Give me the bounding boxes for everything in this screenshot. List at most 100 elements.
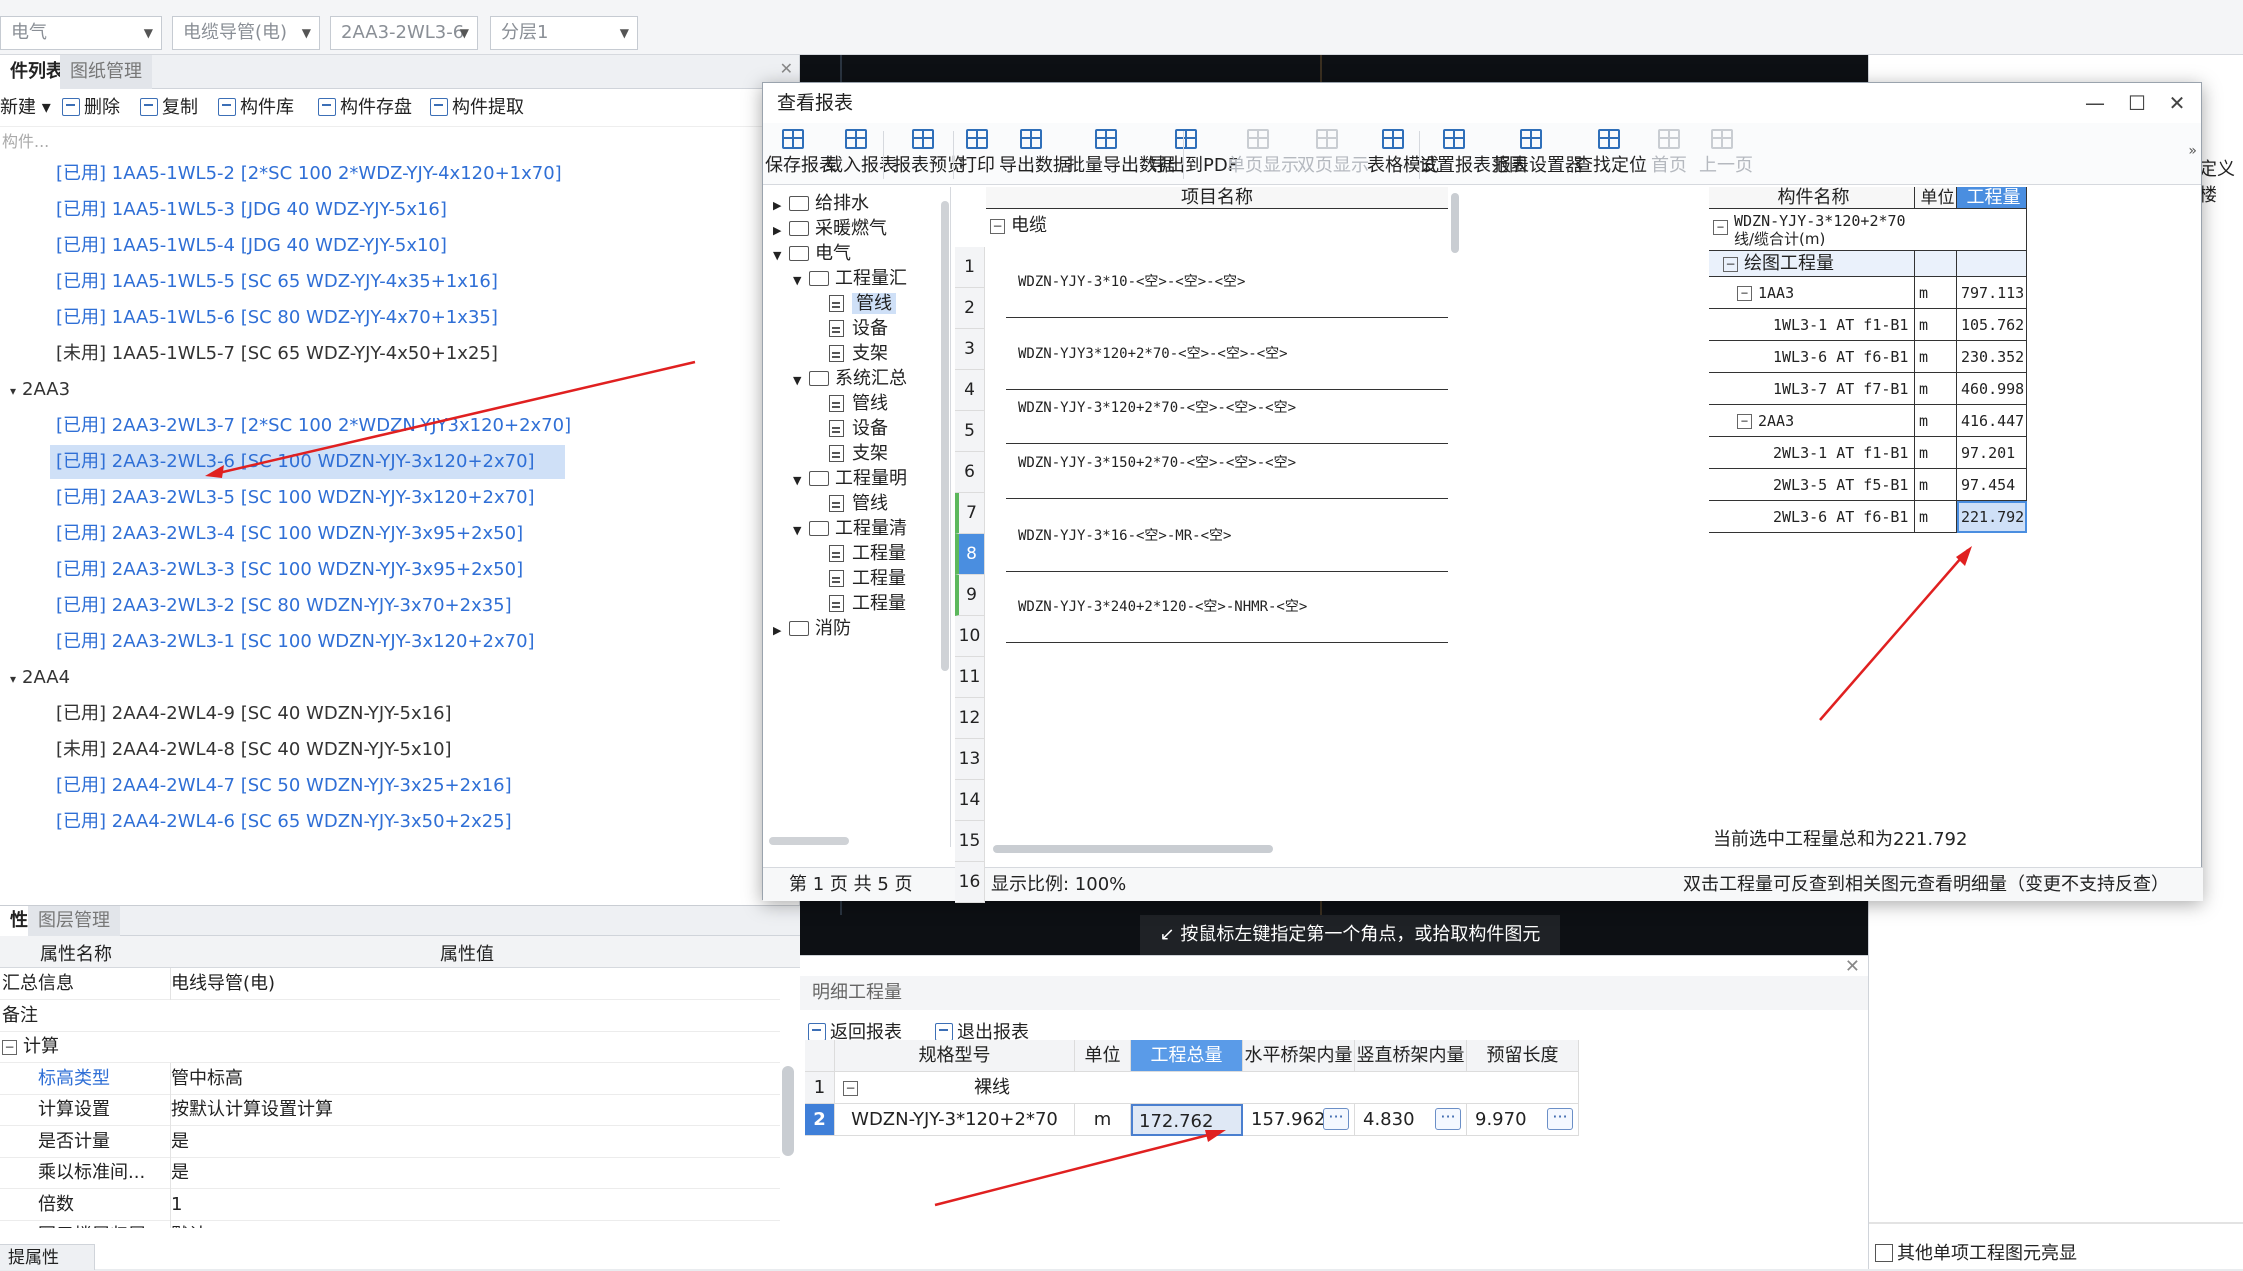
table-row[interactable]: −1AA3: [1709, 277, 1915, 309]
more-icon[interactable]: ···: [1323, 1108, 1349, 1130]
property-row[interactable]: 汇总信息 电线导管(电): [0, 968, 780, 1000]
filter-input[interactable]: 构件...: [0, 127, 799, 157]
property-row[interactable]: 是否计量 是: [0, 1125, 780, 1158]
row-number[interactable]: 16: [955, 862, 985, 903]
qty-row-value[interactable]: 105.762: [1957, 309, 2027, 341]
list-item[interactable]: [已用] 2AA4-2WL4-7 [SC 50 WDZN-YJY-3x25+2x…: [50, 769, 542, 803]
row-number[interactable]: 3: [955, 329, 985, 370]
table-row[interactable]: 1WL3-1 AT f1-B1: [1709, 309, 1915, 341]
layer-combo[interactable]: 分层1 ▼: [490, 16, 638, 50]
sheet-root[interactable]: − 电缆: [990, 211, 1047, 237]
single-page-button[interactable]: 单页显示: [1227, 127, 1299, 183]
qty-row-value[interactable]: 416.447: [1957, 405, 2027, 437]
row-number[interactable]: 11: [955, 657, 985, 698]
save-report-button[interactable]: 保存报表: [765, 127, 837, 183]
property-value[interactable]: 默认: [170, 1220, 770, 1228]
qty-row-value[interactable]: 97.201: [1957, 437, 2027, 469]
row2-total[interactable]: 172.762: [1131, 1104, 1243, 1136]
delete-button[interactable]: 删除: [62, 95, 120, 121]
row-number[interactable]: 6: [955, 452, 985, 493]
type-combo[interactable]: 电缆导管(电) ▼: [172, 16, 320, 50]
chevron-down-icon[interactable]: ▼: [793, 364, 809, 398]
chevron-down-icon[interactable]: ▾: [10, 384, 16, 398]
property-value[interactable]: 电线导管(电): [170, 968, 770, 1000]
collapse-icon[interactable]: −: [1713, 220, 1728, 235]
chevron-right-icon[interactable]: ▶: [773, 614, 789, 648]
property-row[interactable]: 倍数 1: [0, 1188, 780, 1221]
close-icon[interactable]: ✕: [1845, 956, 1860, 977]
list-item[interactable]: [已用] 2AA3-2WL3-5 [SC 100 WDZN-YJY-3x120+…: [50, 481, 565, 515]
row-number[interactable]: 5: [955, 411, 985, 452]
report-settings-button[interactable]: 报表设置器: [1493, 127, 1583, 183]
qty-row-value[interactable]: 230.352: [1957, 341, 2027, 373]
row2-vertical[interactable]: 4.830 ···: [1355, 1104, 1467, 1136]
row2-horizontal[interactable]: 157.962 ···: [1243, 1104, 1355, 1136]
property-value[interactable]: 管中标高: [170, 1062, 770, 1095]
row-number[interactable]: 1: [955, 247, 985, 288]
tree-hscrollbar[interactable]: [769, 837, 849, 845]
list-item[interactable]: [已用] 1AA5-1WL5-4 [JDG 40 WDZ-YJY-5x10]: [50, 229, 477, 263]
table-row[interactable]: 2WL3-1 AT f1-B1: [1709, 437, 1915, 469]
sheet-item[interactable]: WDZN-YJY-3*16-<空>-MR-<空>: [1018, 525, 1231, 545]
chevron-down-icon[interactable]: ▾: [10, 672, 16, 686]
list-item[interactable]: [已用] 2AA4-2WL4-9 [SC 40 WDZN-YJY-5x16]: [50, 697, 482, 731]
table-row[interactable]: 1WL3-6 AT f6-B1: [1709, 341, 1915, 373]
category-combo[interactable]: 电气 ▼: [0, 16, 162, 50]
double-page-button[interactable]: 双页显示: [1297, 127, 1369, 183]
property-value[interactable]: 是: [170, 1125, 770, 1158]
row-number[interactable]: 2: [955, 288, 985, 329]
highlight-other-checkbox[interactable]: 其他单项工程图元亮显: [1875, 1239, 2077, 1265]
property-row[interactable]: 乘以标准间... 是: [0, 1157, 780, 1189]
row-number[interactable]: 15: [955, 821, 985, 862]
table-row[interactable]: 2WL3-5 AT f5-B1: [1709, 469, 1915, 501]
row-number[interactable]: 9: [955, 575, 985, 616]
qty-row-value[interactable]: 797.113: [1957, 277, 2027, 309]
sheet-item[interactable]: WDZN-YJY-3*240+2*120-<空>-NHMR-<空>: [1018, 596, 1307, 616]
tree-node[interactable]: ▶ 消防: [773, 612, 851, 646]
row-number[interactable]: 13: [955, 739, 985, 780]
first-page-button[interactable]: 首页: [1649, 127, 1689, 183]
property-value[interactable]: 按默认计算设置计算: [170, 1094, 770, 1126]
sheet-hscrollbar[interactable]: [993, 845, 1273, 853]
list-item[interactable]: [已用] 2AA3-2WL3-4 [SC 100 WDZN-YJY-3x95+2…: [50, 517, 553, 551]
new-button[interactable]: 新建 ▾: [0, 95, 51, 121]
more-icon[interactable]: ···: [1547, 1108, 1573, 1130]
row-number[interactable]: 4: [955, 370, 985, 411]
library-button[interactable]: 构件库: [218, 95, 294, 121]
table-row[interactable]: 2WL3-6 AT f6-B1: [1709, 501, 1915, 533]
collapse-icon[interactable]: −: [1723, 257, 1738, 272]
col-total[interactable]: 工程总量: [1131, 1040, 1243, 1072]
sheet-item[interactable]: WDZN-YJY-3*10-<空>-<空>-<空>: [1018, 271, 1245, 291]
list-item[interactable]: [已用] 2AA3-2WL3-1 [SC 100 WDZN-YJY-3x120+…: [50, 625, 565, 659]
list-item[interactable]: [已用] 2AA4-2WL4-6 [SC 65 WDZN-YJY-3x50+2x…: [50, 805, 542, 839]
table-mode-button[interactable]: 表格模式: [1367, 127, 1439, 183]
chevron-down-icon[interactable]: ▼: [793, 464, 809, 498]
table-row[interactable]: −2AA3: [1709, 405, 1915, 437]
sheet-item[interactable]: WDZN-YJY-3*120+2*70-<空>-<空>-<空>: [1018, 397, 1296, 417]
preview-button[interactable]: 报表预览: [893, 127, 965, 183]
maximize-icon[interactable]: ☐: [2117, 83, 2157, 123]
collapse-icon[interactable]: −: [1737, 414, 1752, 429]
tab-extract-props[interactable]: 提属性: [0, 1244, 95, 1270]
tree-group[interactable]: ▾ 2AA4: [10, 661, 70, 695]
list-item[interactable]: [已用] 2AA3-2WL3-3 [SC 100 WDZN-YJY-3x95+2…: [50, 553, 553, 587]
close-icon[interactable]: ✕: [2157, 83, 2197, 123]
chevron-down-icon[interactable]: ▼: [793, 514, 809, 548]
find-locate-button[interactable]: 查找定位: [1575, 127, 1647, 183]
property-row[interactable]: − 计算: [0, 1031, 780, 1063]
property-row[interactable]: 标高类型 管中标高: [0, 1062, 780, 1095]
close-icon[interactable]: ✕: [780, 59, 793, 78]
sheet-scrollbar[interactable]: [1451, 193, 1459, 253]
load-report-button[interactable]: 载入报表: [825, 127, 897, 183]
copy-button[interactable]: 复制: [140, 95, 198, 121]
row-number[interactable]: 7: [955, 493, 985, 534]
row-number[interactable]: 14: [955, 780, 985, 821]
prev-page-button[interactable]: 上一页: [1699, 127, 1753, 183]
batch-export-button[interactable]: 批量导出数据: [1067, 127, 1175, 183]
set-range-button[interactable]: 设置报表范围: [1419, 127, 1527, 183]
collapse-icon[interactable]: −: [843, 1081, 858, 1096]
property-value[interactable]: 1: [170, 1188, 770, 1221]
sheet-item[interactable]: WDZN-YJY-3*150+2*70-<空>-<空>-<空>: [1018, 452, 1296, 472]
property-row[interactable]: 图元楼层归属 默认: [0, 1220, 780, 1228]
chevron-down-icon[interactable]: ▼: [773, 239, 789, 273]
